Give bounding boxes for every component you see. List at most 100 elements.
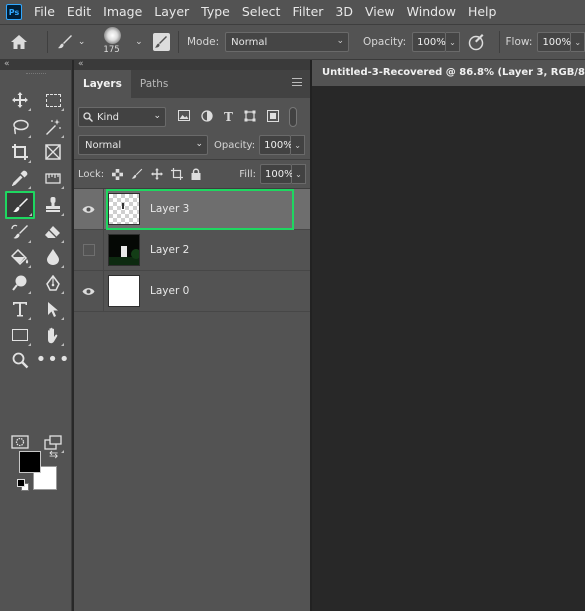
hand-icon[interactable]	[41, 323, 65, 347]
filter-kind-value: Kind	[97, 111, 120, 123]
move-icon[interactable]	[8, 88, 32, 112]
menu-view[interactable]: View	[359, 0, 401, 24]
filter-icons: T	[178, 110, 279, 124]
menu-type[interactable]: Type	[195, 0, 236, 24]
lasso-icon[interactable]	[8, 115, 32, 139]
tool-group-indicator	[28, 160, 31, 163]
search-icon	[83, 112, 93, 122]
menu-edit[interactable]: Edit	[61, 0, 97, 24]
document-tab[interactable]: Untitled-3-Recovered @ 86.8% (Layer 3, R…	[312, 60, 585, 86]
dodge-icon[interactable]	[8, 271, 32, 295]
clone-stamp-icon[interactable]	[41, 193, 65, 217]
chevron-down-icon[interactable]: ⌄	[133, 37, 145, 47]
tab-paths[interactable]: Paths	[131, 70, 178, 98]
layer-content-mark	[122, 203, 124, 209]
lock-all-icon[interactable]	[191, 168, 201, 180]
brush-icon[interactable]	[5, 191, 35, 219]
opacity-input[interactable]: 100%	[412, 32, 447, 52]
type-icon[interactable]	[8, 297, 32, 321]
visibility-toggle[interactable]	[74, 188, 104, 230]
pen-icon[interactable]	[41, 271, 65, 295]
brush-size-preview[interactable]: 175	[94, 26, 133, 58]
marquee-icon[interactable]	[41, 88, 65, 112]
lock-image-pixels-icon[interactable]	[131, 168, 143, 180]
type-filter-icon[interactable]: T	[224, 110, 233, 124]
measure-icon[interactable]	[41, 166, 65, 190]
visibility-toggle[interactable]	[74, 270, 104, 312]
pixel-filter-icon[interactable]	[178, 110, 190, 121]
flow-dropdown-icon[interactable]: ⌄	[571, 32, 585, 52]
eraser-icon[interactable]	[41, 220, 65, 244]
lock-transparent-pixels-icon[interactable]	[112, 168, 124, 180]
marquee-shape	[45, 93, 61, 107]
menu-filter[interactable]: Filter	[286, 0, 329, 24]
layer-opacity-dropdown-icon[interactable]: ⌄	[291, 135, 306, 155]
panel-menu-icon[interactable]	[292, 78, 302, 86]
tool-group-indicator	[28, 317, 31, 320]
paint-bucket-icon[interactable]	[8, 245, 32, 269]
more-icon[interactable]: •••	[36, 348, 70, 372]
divider	[498, 31, 500, 53]
blend-mode-select[interactable]: Normal ⌄	[78, 135, 208, 155]
menu-select[interactable]: Select	[236, 0, 287, 24]
tab-layers[interactable]: Layers	[74, 70, 131, 98]
screen-mode-icon[interactable]	[41, 430, 65, 454]
fill-input[interactable]: 100%	[260, 164, 294, 184]
menu-image[interactable]: Image	[97, 0, 148, 24]
menu-file[interactable]: File	[28, 0, 61, 24]
history-brush-icon[interactable]	[8, 220, 32, 244]
shape-filter-icon[interactable]	[244, 110, 256, 122]
filter-toggle[interactable]	[288, 107, 297, 127]
zoom-icon[interactable]	[8, 348, 32, 372]
fill-dropdown-icon[interactable]: ⌄	[292, 164, 306, 184]
layer-opacity-input[interactable]: 100%	[259, 135, 293, 155]
home-icon[interactable]	[0, 34, 39, 50]
eyedropper-icon[interactable]	[8, 166, 32, 190]
flow-input[interactable]: 100%	[537, 32, 572, 52]
tool-group-indicator	[61, 343, 64, 346]
layer-thumbnail-photo	[108, 234, 140, 266]
chevron-down-icon[interactable]: ⌄	[75, 37, 89, 47]
lock-icons	[112, 168, 201, 180]
brush-preset-icon[interactable]	[56, 34, 75, 50]
brush-settings-icon[interactable]	[152, 33, 171, 51]
visibility-toggle[interactable]	[74, 229, 104, 271]
crop-icon[interactable]	[8, 140, 32, 164]
adjustment-filter-icon[interactable]	[201, 110, 213, 122]
magic-wand-icon[interactable]	[41, 115, 65, 139]
layer-row-layer-3[interactable]: Layer 3	[74, 188, 310, 230]
canvas-area[interactable]	[312, 86, 585, 611]
layer-row-layer-0[interactable]: Layer 0	[74, 270, 310, 312]
menu-help[interactable]: Help	[462, 0, 503, 24]
blur-drop-icon[interactable]	[41, 245, 65, 269]
lock-position-icon[interactable]	[151, 168, 164, 180]
opacity-label: Opacity:	[362, 36, 407, 48]
toolbar-grip[interactable]	[25, 73, 46, 75]
path-select-icon[interactable]	[41, 297, 65, 321]
panel-collapse-strip[interactable]: «	[74, 60, 310, 70]
tool-group-indicator	[61, 265, 64, 268]
layer-thumbnail-transparent	[108, 193, 140, 225]
smart-object-filter-icon[interactable]	[266, 110, 279, 122]
mode-select[interactable]: Normal ⌄	[225, 32, 349, 52]
tool-group-indicator	[61, 450, 64, 453]
opacity-dropdown-icon[interactable]: ⌄	[446, 32, 460, 52]
rectangle-icon[interactable]	[8, 323, 32, 347]
toolbar-collapse-strip[interactable]: «	[0, 60, 72, 70]
menu-3d[interactable]: 3D	[329, 0, 359, 24]
frame-icon[interactable]	[41, 140, 65, 164]
pressure-opacity-icon[interactable]	[460, 33, 493, 51]
brush-tip-icon	[104, 27, 122, 44]
brush-size-value: 175	[103, 45, 120, 55]
collapse-icon: «	[4, 59, 10, 69]
layer-name: Layer 2	[150, 244, 190, 256]
layer-row-layer-2[interactable]: Layer 2	[74, 229, 310, 271]
menu-layer[interactable]: Layer	[148, 0, 195, 24]
filter-kind-select[interactable]: Kind ⌄	[78, 107, 166, 127]
lock-artboard-icon[interactable]	[171, 168, 184, 180]
tool-group-indicator	[61, 240, 64, 243]
foreground-color-swatch[interactable]	[19, 451, 41, 473]
collapse-icon: «	[78, 59, 84, 69]
menu-window[interactable]: Window	[401, 0, 462, 24]
photoshop-logo[interactable]: Ps	[6, 4, 22, 20]
